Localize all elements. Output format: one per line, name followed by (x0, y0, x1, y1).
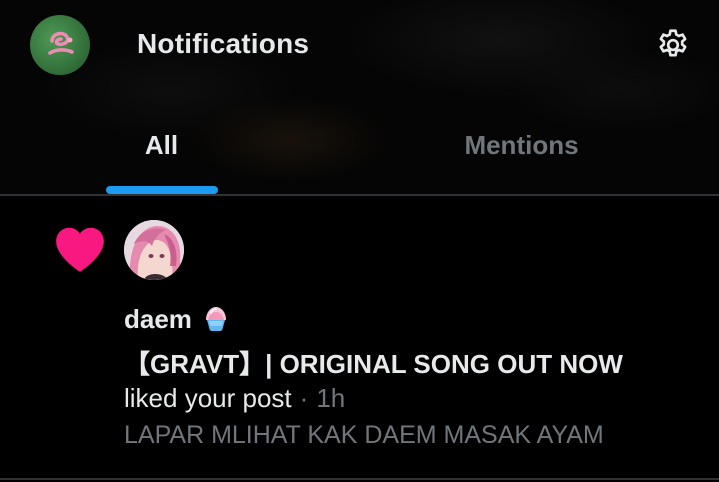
tab-bar: All Mentions (0, 112, 719, 194)
post-title[interactable]: 【GRAVT】| ORIGINAL SONG OUT NOW (124, 344, 623, 381)
page-title: Notifications (137, 28, 310, 59)
actor-row: daem (124, 303, 232, 335)
settings-button[interactable] (652, 24, 694, 66)
gear-icon (659, 29, 687, 57)
heart-icon (56, 227, 104, 272)
top-bar: Notifications (0, 0, 719, 92)
action-row: liked your post · 1h (124, 383, 345, 414)
action-text: liked your post (124, 383, 292, 413)
shaved-ice-emoji-icon (205, 307, 226, 331)
tab-all[interactable]: All (0, 112, 323, 194)
meta-separator: · (299, 383, 309, 413)
tab-all-label: All (144, 130, 179, 160)
tab-selected-indicator (106, 186, 218, 194)
list-divider (0, 478, 719, 480)
timestamp: 1h (316, 383, 346, 413)
tab-mentions-label: Mentions (464, 130, 579, 160)
actor-name[interactable]: daem (124, 304, 192, 335)
notifications-screen: Notifications All Mentions daem 【GRAVT】|… (0, 0, 719, 482)
actor-avatar[interactable] (124, 220, 184, 280)
post-excerpt[interactable]: LAPAR MLIHAT KAK DAEM MASAK AYAM (124, 421, 604, 450)
profile-avatar[interactable] (30, 15, 90, 75)
notification-item[interactable]: daem 【GRAVT】| ORIGINAL SONG OUT NOW like… (0, 196, 719, 479)
actor-avatar-image (124, 220, 184, 280)
avatar-figure-icon (48, 31, 74, 55)
tab-mentions[interactable]: Mentions (360, 112, 683, 194)
